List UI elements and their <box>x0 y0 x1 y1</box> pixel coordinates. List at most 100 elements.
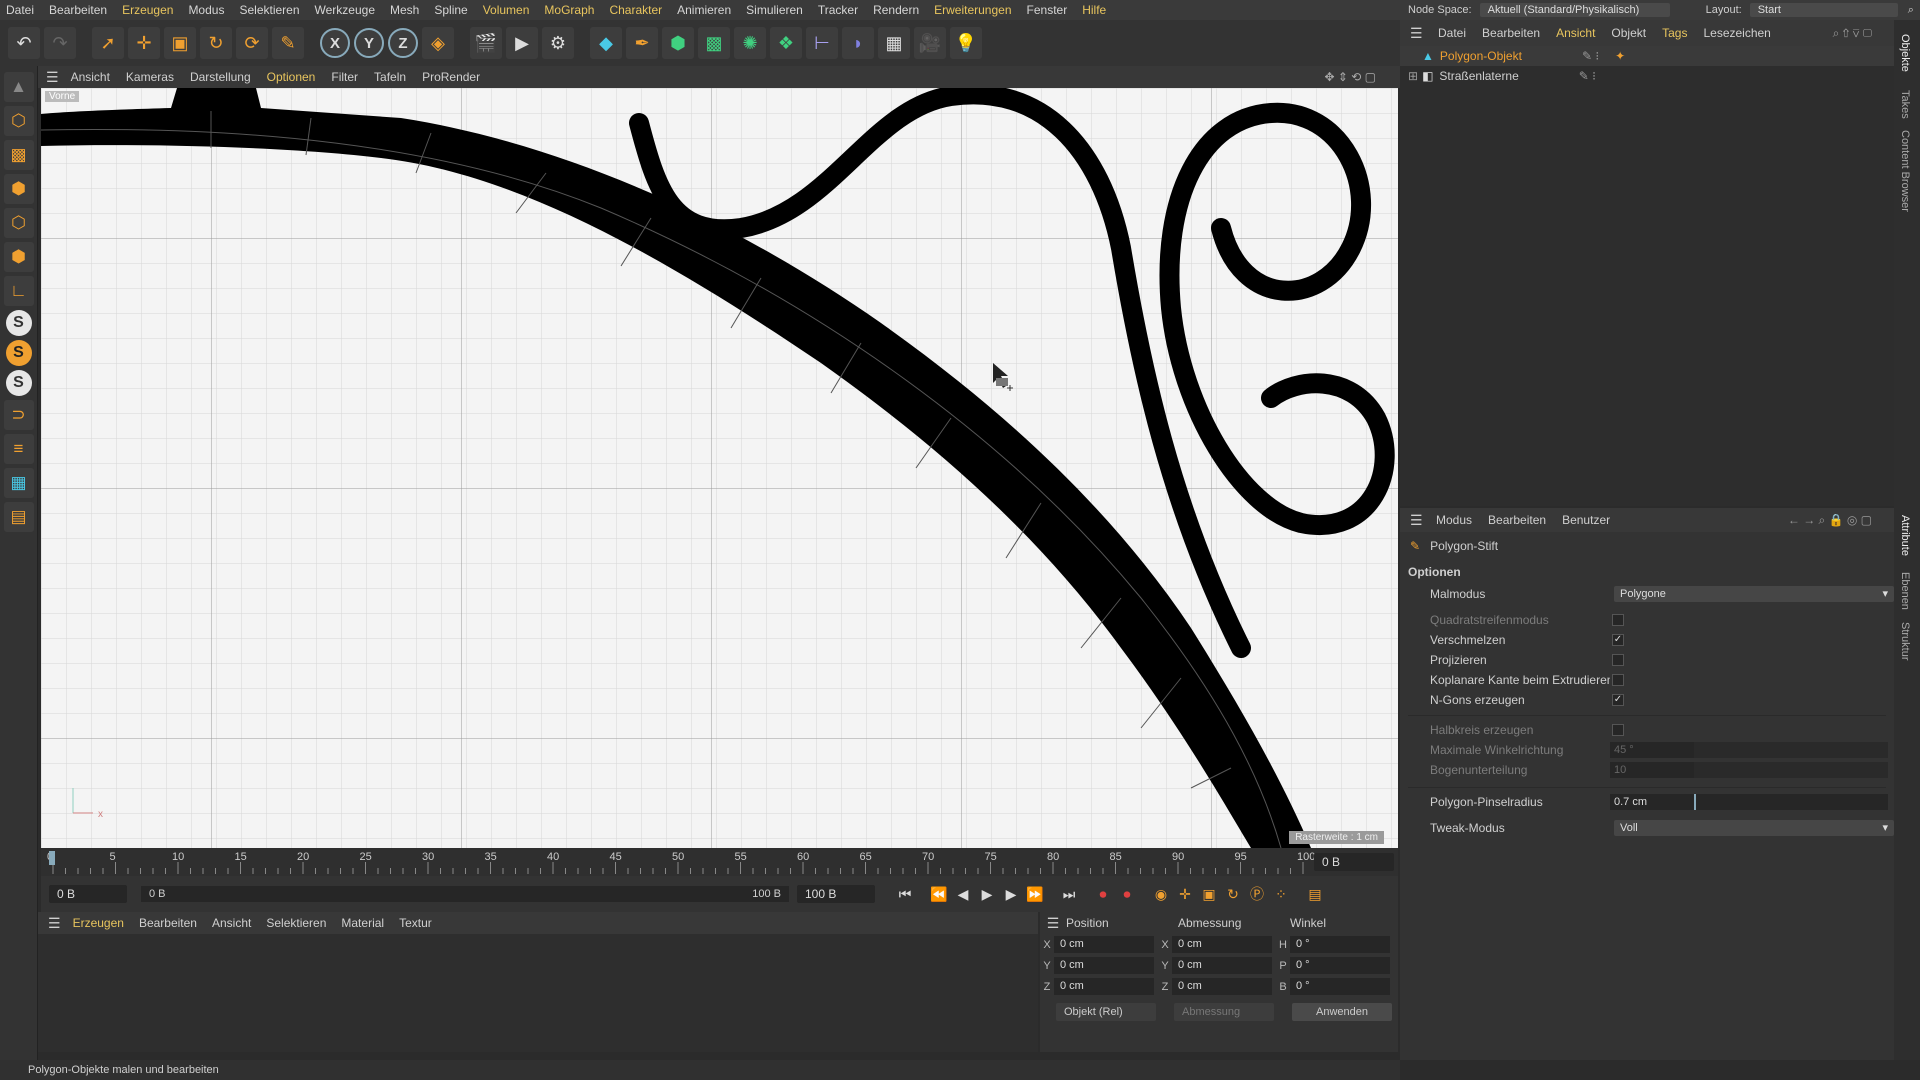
attributes-hamburger-icon[interactable]: ☰ <box>1410 512 1423 529</box>
angle-b-field[interactable]: 0 ° <box>1290 978 1390 995</box>
menu-bearbeiten[interactable]: Bearbeiten <box>49 3 107 17</box>
undo-icon[interactable]: ↶ <box>8 27 40 59</box>
tab-struktur[interactable]: Struktur <box>1899 622 1911 661</box>
vp-menu-kameras[interactable]: Kameras <box>126 70 174 84</box>
menu-simulieren[interactable]: Simulieren <box>746 3 803 17</box>
position-z-field[interactable]: 0 cm <box>1054 978 1154 995</box>
snap-settings-icon[interactable]: S <box>5 340 32 366</box>
timeline-playhead[interactable] <box>49 851 55 865</box>
render-view-icon[interactable]: ▶ <box>506 27 538 59</box>
radius-field[interactable]: 0.7 cm <box>1610 794 1694 810</box>
expand-icon[interactable]: ⊞ <box>1408 69 1418 83</box>
key-param-icon[interactable]: Ⓟ <box>1245 882 1269 906</box>
menu-werkzeuge[interactable]: Werkzeuge <box>315 3 375 17</box>
ngons-checkbox[interactable]: ✓ <box>1612 694 1624 706</box>
angle-h-field[interactable]: 0 ° <box>1290 936 1390 953</box>
visibility-icon[interactable]: ✎ ⁝ <box>1579 69 1596 83</box>
menu-tracker[interactable]: Tracker <box>818 3 858 17</box>
generator-icon[interactable]: ▩ <box>698 27 730 59</box>
obj-menu-lesezeichen[interactable]: Lesezeichen <box>1703 26 1770 40</box>
quadratstreifen-checkbox[interactable] <box>1612 614 1624 626</box>
radius-slider[interactable] <box>1694 794 1888 810</box>
coords-hamburger-icon[interactable]: ☰ <box>1040 915 1066 932</box>
attr-menu-benutzer[interactable]: Benutzer <box>1562 513 1610 527</box>
key-move-icon[interactable]: ✛ <box>1173 882 1197 906</box>
object-manager[interactable]: ▲ Polygon-Objekt ✎ ⁝ ✦ ⊞ ◧ Straßenlatern… <box>1400 46 1894 506</box>
tab-content-browser[interactable]: Content Browser <box>1899 130 1911 212</box>
floor-icon[interactable]: ▦ <box>878 27 910 59</box>
object-row-polygon[interactable]: ▲ Polygon-Objekt ✎ ⁝ ✦ <box>1400 46 1894 66</box>
render-settings-icon[interactable]: ⚙ <box>542 27 574 59</box>
rotate-icon[interactable]: ↻ <box>200 27 232 59</box>
tab-takes[interactable]: Takes <box>1899 90 1911 119</box>
subdivision-icon[interactable]: ⬢ <box>662 27 694 59</box>
record-icon[interactable]: ⏺ <box>1091 882 1115 906</box>
vp-menu-ansicht[interactable]: Ansicht <box>71 70 110 84</box>
obj-menu-objekt[interactable]: Objekt <box>1611 26 1646 40</box>
obj-menu-datei[interactable]: Datei <box>1438 26 1466 40</box>
play-icon[interactable]: ▶ <box>975 882 999 906</box>
start-frame-field[interactable]: 0 B <box>49 885 127 903</box>
timeline-window-icon[interactable]: ▤ <box>1303 882 1327 906</box>
winkel-field[interactable]: 45 ° <box>1610 742 1694 758</box>
timeline-ruler[interactable]: 0510152025303540455055606570758085909510… <box>41 848 1398 876</box>
mat-menu-selektieren[interactable]: Selektieren <box>266 916 326 930</box>
size-mode-dropdown[interactable]: Abmessung <box>1174 1003 1274 1021</box>
auto-key-icon[interactable]: ⏺ <box>1115 882 1139 906</box>
texture-mode-icon[interactable]: ▩ <box>3 140 34 170</box>
y-axis-lock-button[interactable]: Y <box>354 28 384 58</box>
object-name[interactable]: Polygon-Objekt <box>1440 49 1522 63</box>
spline-pen-icon[interactable]: ✒ <box>626 27 658 59</box>
menu-erweiterungen[interactable]: Erweiterungen <box>934 3 1011 17</box>
menu-animieren[interactable]: Animieren <box>677 3 731 17</box>
tweak-dropdown[interactable]: Voll <box>1614 820 1894 836</box>
position-x-field[interactable]: 0 cm <box>1054 936 1154 953</box>
prev-frame-icon[interactable]: ◀ <box>951 882 975 906</box>
bogen-slider[interactable] <box>1694 762 1888 778</box>
viewport-hamburger-icon[interactable]: ☰ <box>46 69 59 86</box>
field-icon[interactable]: ◗ <box>842 27 874 59</box>
obj-menu-bearbeiten[interactable]: Bearbeiten <box>1482 26 1540 40</box>
camera-icon[interactable]: 🎥 <box>914 27 946 59</box>
menu-erzeugen[interactable]: Erzeugen <box>122 3 173 17</box>
winkel-slider[interactable] <box>1694 742 1888 758</box>
vp-menu-optionen[interactable]: Optionen <box>267 70 316 84</box>
mat-menu-textur[interactable]: Textur <box>399 916 432 930</box>
apply-button[interactable]: Anwenden <box>1292 1003 1392 1021</box>
bogen-field[interactable]: 10 <box>1610 762 1694 778</box>
layout-dropdown[interactable]: Start <box>1749 3 1898 17</box>
object-mode-icon[interactable]: ⬡ <box>3 106 34 136</box>
size-z-field[interactable]: 0 cm <box>1172 978 1272 995</box>
viewport-nav-icons[interactable]: ✥ ⇕ ⟲ ▢ <box>1324 70 1376 84</box>
menu-fenster[interactable]: Fenster <box>1027 3 1068 17</box>
mograph-icon[interactable]: ❖ <box>770 27 802 59</box>
menu-charakter[interactable]: Charakter <box>609 3 662 17</box>
visibility-icon[interactable]: ✎ ⁝ <box>1582 49 1599 63</box>
projizieren-checkbox[interactable] <box>1612 654 1624 666</box>
edges-mode-icon[interactable]: ⬡ <box>3 208 34 238</box>
workplane-icon[interactable]: ≡ <box>3 434 34 464</box>
vp-menu-tafeln[interactable]: Tafeln <box>374 70 406 84</box>
key-position-icon[interactable]: ◉ <box>1149 882 1173 906</box>
material-manager[interactable] <box>38 934 1038 1052</box>
mat-menu-erzeugen[interactable]: Erzeugen <box>73 916 124 930</box>
size-x-field[interactable]: 0 cm <box>1172 936 1272 953</box>
tab-objekte[interactable]: Objekte <box>1899 34 1911 72</box>
viewport-canvas[interactable]: x <box>41 88 1398 848</box>
verschmelzen-checkbox[interactable]: ✓ <box>1612 634 1624 646</box>
mat-menu-material[interactable]: Material <box>341 916 384 930</box>
select-arrow-icon[interactable]: ➚ <box>92 27 124 59</box>
points-mode-icon[interactable]: ⬢ <box>3 174 34 204</box>
frame-range-slider[interactable]: 0 B 100 B <box>141 886 789 902</box>
x-axis-lock-button[interactable]: X <box>320 28 350 58</box>
cube-icon[interactable]: ◆ <box>590 27 622 59</box>
coord-mode-dropdown[interactable]: Objekt (Rel) <box>1056 1003 1156 1021</box>
axis-mode-icon[interactable]: ∟ <box>3 276 34 306</box>
koplanare-kante-checkbox[interactable] <box>1612 674 1624 686</box>
light-icon[interactable]: 💡 <box>950 27 982 59</box>
size-y-field[interactable]: 0 cm <box>1172 957 1272 974</box>
tab-attribute[interactable]: Attribute <box>1899 515 1911 556</box>
attr-menu-bearbeiten[interactable]: Bearbeiten <box>1488 513 1546 527</box>
search-icon[interactable]: ⌕ <box>1908 4 1914 17</box>
deformer-icon[interactable]: ⊢ <box>806 27 838 59</box>
